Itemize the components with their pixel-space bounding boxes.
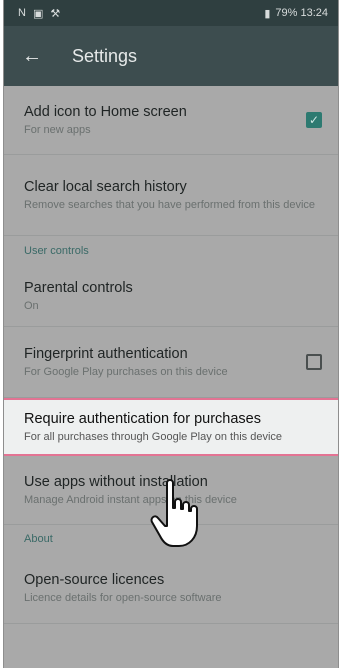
setting-title: Fingerprint authentication xyxy=(24,345,188,362)
setting-title: Parental controls xyxy=(24,279,133,296)
section-user-controls: User controls xyxy=(24,245,89,257)
setting-subtitle: Licence details for open-source software xyxy=(24,591,222,604)
checkbox-unchecked-icon[interactable] xyxy=(306,354,322,370)
checkbox-checked-icon[interactable]: ✓ xyxy=(306,112,322,128)
setting-title: Add icon to Home screen xyxy=(24,103,187,120)
phone-screen: N ▣ ⚒ ▮ 79% 13:24 ← Settings Add icon to… xyxy=(3,0,339,668)
notification-icon: N xyxy=(18,7,26,19)
setting-subtitle: Remove searches that you have performed … xyxy=(24,198,316,211)
setting-title: Require authentication for purchases xyxy=(24,410,261,427)
setting-title: Open-source licences xyxy=(24,571,165,588)
setting-add-icon[interactable]: Add icon to Home screen For new apps ✓ xyxy=(4,86,338,154)
divider xyxy=(4,623,338,624)
hand-pointer-icon xyxy=(150,479,198,547)
setting-fingerprint[interactable]: Fingerprint authentication For Google Pl… xyxy=(4,327,338,397)
battery-icon: ▮ xyxy=(264,7,271,20)
setting-subtitle: For all purchases through Google Play on… xyxy=(24,430,283,443)
back-arrow-icon[interactable]: ← xyxy=(22,45,62,68)
toolbar: ← Settings xyxy=(4,26,338,86)
image-icon: ▣ xyxy=(32,7,44,20)
status-bar: N ▣ ⚒ ▮ 79% 13:24 xyxy=(4,0,338,26)
setting-clear-history[interactable]: Clear local search history Remove search… xyxy=(4,155,338,235)
setting-parental-controls[interactable]: Parental controls On xyxy=(4,266,338,326)
setting-subtitle: On xyxy=(24,299,39,312)
status-time: 79% 13:24 xyxy=(275,7,328,19)
setting-open-source-licences[interactable]: Open-source licences Licence details for… xyxy=(4,553,338,623)
setting-subtitle: For Google Play purchases on this device xyxy=(24,365,228,378)
setting-subtitle: For new apps xyxy=(24,123,91,136)
wrench-icon: ⚒ xyxy=(50,7,61,20)
setting-title: Clear local search history xyxy=(24,178,187,195)
setting-require-authentication[interactable]: Require authentication for purchases For… xyxy=(4,398,338,456)
page-title: Settings xyxy=(72,45,138,66)
